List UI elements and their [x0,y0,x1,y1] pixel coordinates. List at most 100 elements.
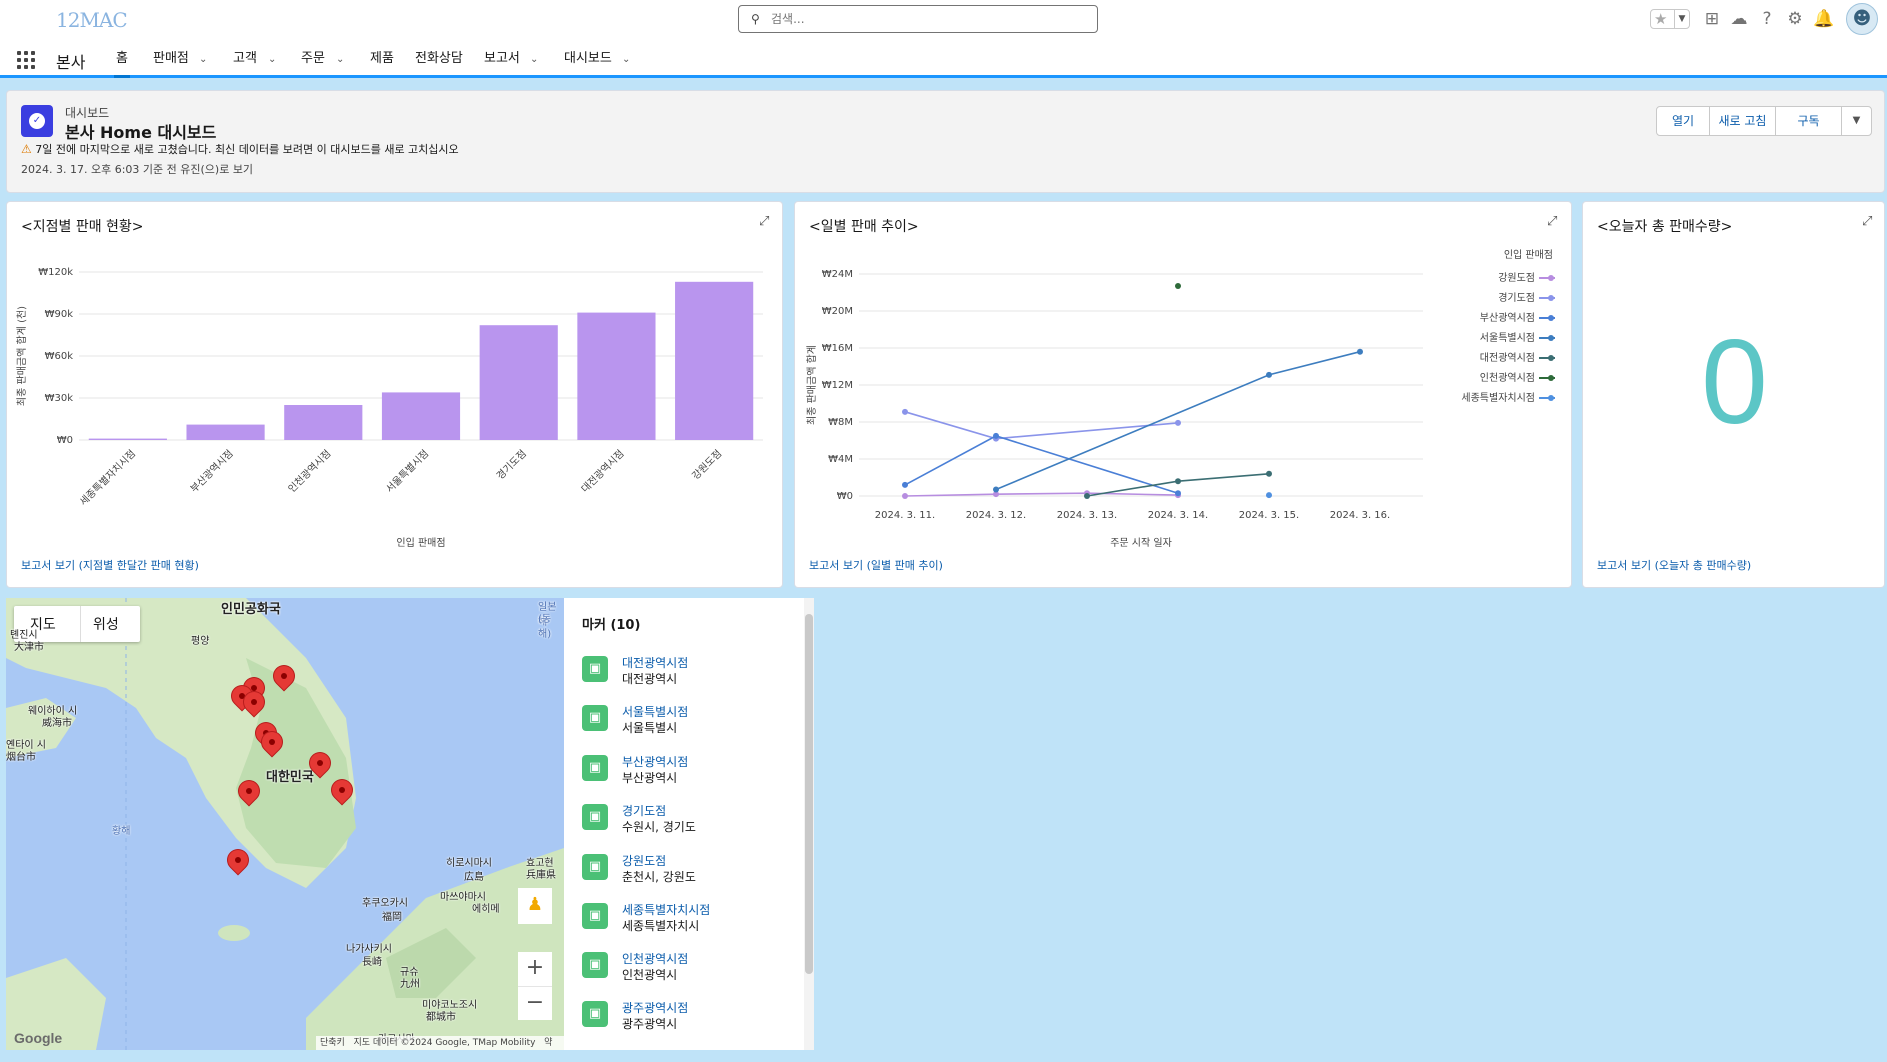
map-tab-satellite[interactable]: 위성 [80,606,140,642]
chevron-down-icon[interactable]: ⌄ [336,42,344,78]
marker-name[interactable]: 광주광역시점 [622,999,688,1016]
chevron-down-icon[interactable]: ⌄ [530,42,538,78]
x-tick-label: 2024. 3. 15. [1239,510,1299,521]
map-pin[interactable] [274,666,294,692]
nav-tab-reports[interactable]: 보고서 [482,42,522,78]
marker-item[interactable]: ▣ 부산광역시점 부산광역시 [582,749,792,789]
nav-tab-customers[interactable]: 고객 [231,42,259,78]
marker-address: 부산광역시 [622,771,678,785]
marker-address: 광주광역시 [622,1017,678,1031]
street-view-icon[interactable]: ♟ [518,888,552,924]
legend-swatch [1548,395,1554,401]
x-tick-label: 2024. 3. 13. [1057,510,1117,521]
x-tick-label: 2024. 3. 14. [1148,510,1208,521]
chevron-down-icon[interactable]: ⌄ [199,42,207,78]
marker-item[interactable]: ▣ 경기도점 수원시, 경기도 [582,798,792,838]
map-pin[interactable] [332,780,352,806]
daily-sales-card: <일별 판매 추이> ⤢ ₩0 ₩4M ₩8M ₩12M ₩16M ₩20M ₩24M 202… [794,201,1572,588]
map-footer: 단축키 지도 데이터 ©2024 Google, TMap Mobility 약… [316,1036,564,1050]
nav-tab-home[interactable]: 홈 [114,42,130,78]
nav-tab-stores[interactable]: 판매점 [151,42,191,78]
map-pin[interactable] [244,692,264,718]
bar [88,438,167,440]
nav-tab-dashboards[interactable]: 대시보드 [562,42,614,78]
global-search[interactable]: ⚲ [738,5,1098,33]
x-tick-label: 2024. 3. 11. [875,510,935,521]
zoom-in-button[interactable]: + [518,952,552,986]
app-name: 본사 [56,53,86,72]
more-actions-chevron-icon[interactable]: ▼ [1841,106,1872,136]
map-marker-icon: ▣ [582,854,608,880]
map-marker-icon: ▣ [582,755,608,781]
marker-name[interactable]: 대전광역시점 [622,654,688,671]
nav-tab-products[interactable]: 제품 [368,42,396,78]
map-pin[interactable] [262,732,282,758]
gear-icon[interactable]: ⚙ [1784,8,1806,30]
marker-name[interactable]: 강원도점 [622,852,666,869]
expand-icon[interactable]: ⤢ [759,214,769,229]
app-logo[interactable]: 12MAC [56,8,128,32]
marker-list-title: 마커 (10) [582,618,641,633]
map-pin[interactable] [310,753,330,779]
marker-item[interactable]: ▣ 광주광역시점 광주광역시 [582,995,792,1035]
legend-title: 인입 판매점 [1504,248,1553,261]
marker-item[interactable]: ▣ 강원도점 춘천시, 강원도 [582,848,792,888]
global-header: 12MAC ⚲ ★ ▼ ⊞ ☁ ? ⚙ 🔔 ☻ [0,0,1887,42]
marker-item[interactable]: ▣ 서울특별시점 서울특별시 [582,699,792,739]
app-launcher-icon[interactable] [17,51,35,69]
help-icon[interactable]: ? [1756,8,1778,30]
daily-report-link[interactable]: 보고서 보기 (일별 판매 추이) [809,557,943,573]
legend-label: 대전광역시점 [1480,352,1535,364]
marker-item[interactable]: ▣ 대전광역시점 대전광역시 [582,650,792,690]
map-data-attribution: 지도 데이터 ©2024 Google, TMap Mobility [353,1038,536,1048]
marker-name[interactable]: 경기도점 [622,802,666,819]
marker-name[interactable]: 세종특별자치시점 [622,901,710,918]
data-point [993,432,999,439]
today-sales-value: 0 [1701,315,1768,449]
chevron-down-icon[interactable]: ▼ [1674,10,1689,28]
scrollbar-thumb[interactable] [805,614,813,974]
marker-item[interactable]: ▣ 세종특별자치시점 세종특별자치시 [582,897,792,937]
map-marker-icon: ▣ [582,656,608,682]
x-tick-label: 부산광역시점 [188,448,236,496]
zoom-out-button[interactable]: − [518,986,552,1020]
search-input[interactable] [771,9,1081,29]
x-tick-label: 인천광역시점 [286,448,334,496]
star-icon[interactable]: ★ [1654,10,1667,28]
refresh-button[interactable]: 새로 고침 [1709,106,1776,136]
bell-icon[interactable]: 🔔 [1813,8,1835,30]
favorites-button[interactable]: ★ ▼ [1650,9,1690,29]
map-pin[interactable] [239,781,259,807]
marker-name[interactable]: 서울특별시점 [622,703,688,720]
data-point [1175,419,1181,426]
marker-item[interactable]: ▣ 인천광역시점 인천광역시 [582,946,792,986]
map-marker-icon: ▣ [582,952,608,978]
y-axis-title: 최종 판매금액 합계 (천) [16,306,28,406]
y-tick-label: ₩60k [45,351,74,362]
data-point [1084,493,1090,499]
keyboard-shortcuts-link[interactable]: 단축키 [320,1038,345,1048]
expand-icon[interactable]: ⤢ [1547,214,1557,229]
expand-icon[interactable]: ⤢ [1862,214,1872,229]
today-report-link[interactable]: 보고서 보기 (오늘자 총 판매수량) [1597,557,1751,573]
chevron-down-icon[interactable]: ⌄ [268,42,276,78]
nav-tab-orders[interactable]: 주문 [299,42,327,78]
marker-name[interactable]: 인천광역시점 [622,950,688,967]
y-tick-label: ₩120k [38,267,73,278]
map-pin[interactable] [228,850,248,876]
subscribe-button[interactable]: 구독 [1775,106,1842,136]
branch-sales-card: <지점별 판매 현황> ⤢ ₩0 ₩30k ₩60k ₩90k ₩120k 세종특별자치시… [6,201,783,588]
marker-name[interactable]: 부산광역시점 [622,753,688,770]
legend-swatch [1548,275,1554,281]
chevron-down-icon[interactable]: ⌄ [622,42,630,78]
nav-tab-phone-consult[interactable]: 전화상담 [413,42,465,78]
global-add-icon[interactable]: ⊞ [1701,8,1723,30]
trailhead-icon[interactable]: ☁ [1728,8,1750,30]
open-button[interactable]: 열기 [1656,106,1710,136]
avatar[interactable]: ☻ [1846,3,1878,35]
map-label: 후쿠오카시 [362,898,408,909]
map-view[interactable]: 지도 위성 인민공화국 평양 대한민국 히로시마시 広島 후쿠오카시 福岡 나가… [6,598,564,1050]
branch-report-link[interactable]: 보고서 보기 (지점별 한달간 판매 현황) [21,557,199,573]
y-tick-label: ₩16M [822,343,853,354]
marker-list-scrollbar[interactable] [804,598,814,1050]
